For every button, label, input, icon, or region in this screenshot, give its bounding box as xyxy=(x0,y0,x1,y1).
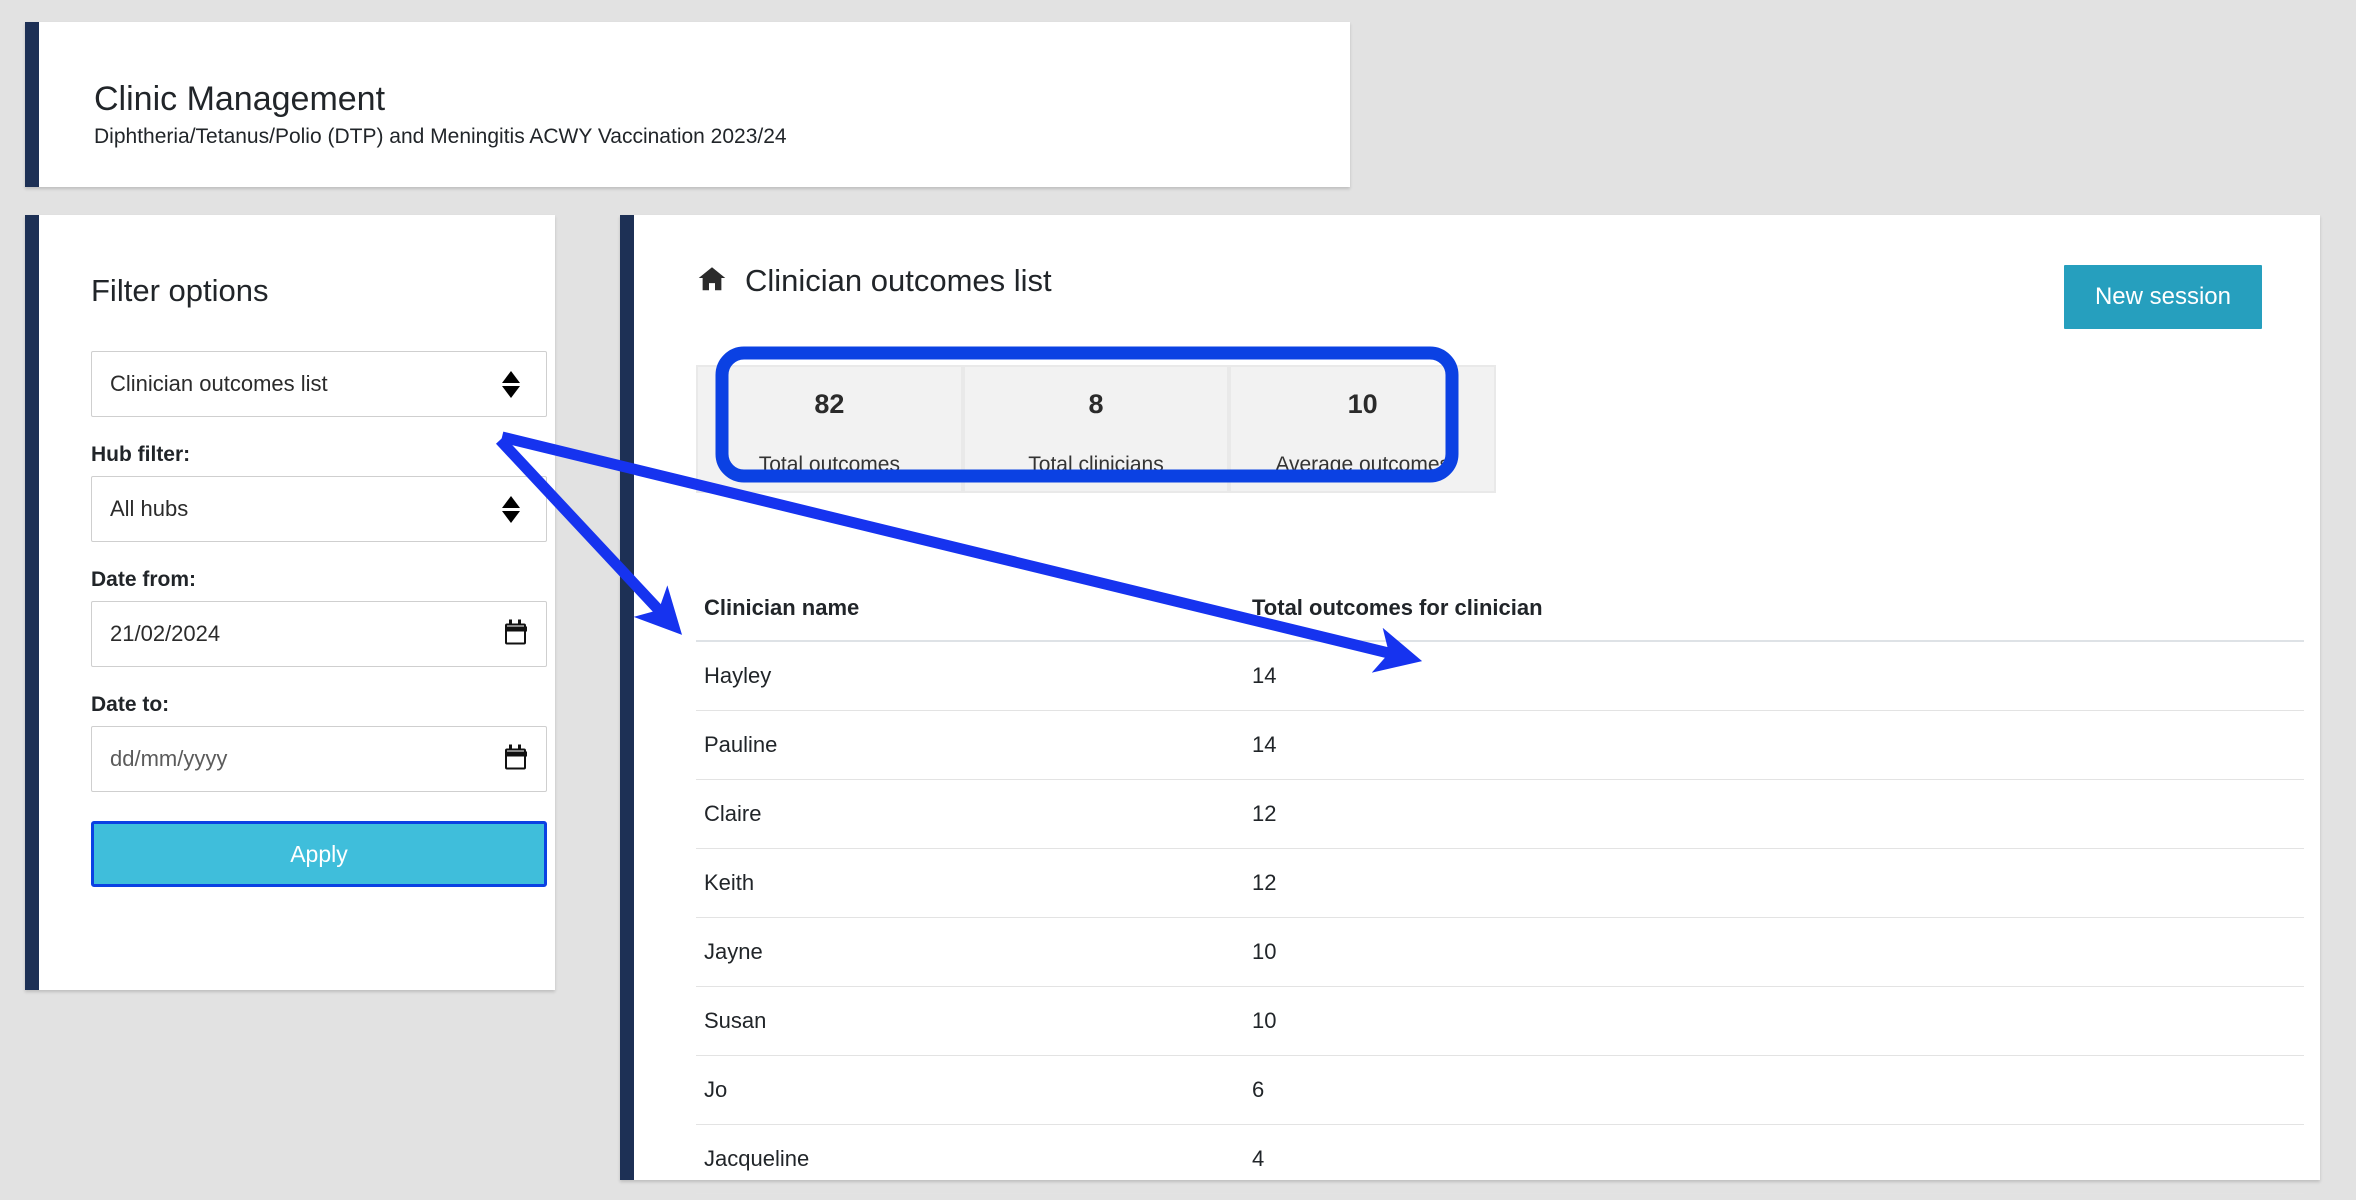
report-type-select-value: Clinician outcomes list xyxy=(110,371,328,397)
date-from-group: Date from: 21/02/2024 xyxy=(91,568,522,667)
cell-total-outcomes: 14 xyxy=(1244,641,2304,711)
main-header-row: Clinician outcomes list New session xyxy=(696,215,2290,329)
home-icon xyxy=(696,264,728,299)
table-row[interactable]: Pauline 14 xyxy=(696,711,2304,780)
cell-clinician-name: Hayley xyxy=(696,641,1244,711)
app-header-content: Clinic Management Diphtheria/Tetanus/Pol… xyxy=(39,22,1350,149)
hub-filter-select[interactable]: All hubs xyxy=(91,476,547,542)
main-content: Clinician outcomes list New session 82 T… xyxy=(634,215,2320,1180)
clinician-outcomes-table: Clinician name Total outcomes for clinic… xyxy=(696,595,2304,1194)
main-content-panel: Clinician outcomes list New session 82 T… xyxy=(620,215,2320,1180)
hub-filter-group: Hub filter: All hubs xyxy=(91,443,522,542)
date-from-input[interactable]: 21/02/2024 xyxy=(91,601,547,667)
stat-value: 82 xyxy=(814,389,844,420)
new-session-button[interactable]: New session xyxy=(2064,265,2262,329)
page-heading: Clinician outcomes list xyxy=(696,263,1052,299)
app-header-card: Clinic Management Diphtheria/Tetanus/Pol… xyxy=(25,22,1350,187)
cell-total-outcomes: 12 xyxy=(1244,849,2304,918)
cell-clinician-name: Jo xyxy=(696,1056,1244,1125)
table-row[interactable]: Jo 6 xyxy=(696,1056,2304,1125)
stat-label: Total clinicians xyxy=(983,453,1210,477)
cell-total-outcomes: 14 xyxy=(1244,711,2304,780)
date-to-input[interactable]: dd/mm/yyyy xyxy=(91,726,547,792)
table-row[interactable]: Susan 10 xyxy=(696,987,2304,1056)
stat-label: Average outcomes xyxy=(1249,453,1476,477)
calendar-icon[interactable] xyxy=(505,749,526,770)
cell-clinician-name: Susan xyxy=(696,987,1244,1056)
table-row[interactable]: Claire 12 xyxy=(696,780,2304,849)
report-type-select[interactable]: Clinician outcomes list xyxy=(91,351,547,417)
filter-options-panel: Filter options Clinician outcomes list H… xyxy=(25,215,555,990)
table-row[interactable]: Jayne 10 xyxy=(696,918,2304,987)
table-row[interactable]: Keith 12 xyxy=(696,849,2304,918)
table-row[interactable]: Jacqueline 4 xyxy=(696,1125,2304,1194)
cell-clinician-name: Keith xyxy=(696,849,1244,918)
column-header-total-outcomes: Total outcomes for clinician xyxy=(1244,595,2304,641)
apply-filters-button[interactable]: Apply xyxy=(91,821,547,887)
app-subtitle: Diphtheria/Tetanus/Polio (DTP) and Menin… xyxy=(94,124,1350,149)
stat-card-total-clinicians: 8 Total clinicians xyxy=(965,367,1228,491)
cell-clinician-name: Claire xyxy=(696,780,1244,849)
hub-filter-select-value: All hubs xyxy=(110,496,188,522)
cell-clinician-name: Pauline xyxy=(696,711,1244,780)
page-title: Clinician outcomes list xyxy=(745,263,1052,299)
cell-total-outcomes: 10 xyxy=(1244,987,2304,1056)
cell-total-outcomes: 12 xyxy=(1244,780,2304,849)
select-spinner-icon[interactable] xyxy=(502,492,520,526)
cell-clinician-name: Jayne xyxy=(696,918,1244,987)
column-header-clinician-name: Clinician name xyxy=(696,595,1244,641)
table-body: Hayley 14 Pauline 14 Claire 12 Keith 12 … xyxy=(696,641,2304,1194)
cell-total-outcomes: 6 xyxy=(1244,1056,2304,1125)
stat-label: Total outcomes xyxy=(716,453,943,477)
hub-filter-label: Hub filter: xyxy=(91,443,522,467)
table-head: Clinician name Total outcomes for clinic… xyxy=(696,595,2304,641)
stat-value: 10 xyxy=(1348,389,1378,420)
stat-card-average-outcomes: 10 Average outcomes xyxy=(1231,367,1494,491)
summary-stats-strip: 82 Total outcomes 8 Total clinicians 10 … xyxy=(696,365,1496,493)
date-to-label: Date to: xyxy=(91,693,522,717)
date-from-value: 21/02/2024 xyxy=(110,621,220,647)
table-row[interactable]: Hayley 14 xyxy=(696,641,2304,711)
table-header-row: Clinician name Total outcomes for clinic… xyxy=(696,595,2304,641)
cell-clinician-name: Jacqueline xyxy=(696,1125,1244,1194)
select-spinner-icon[interactable] xyxy=(502,367,520,401)
filter-options-title: Filter options xyxy=(91,215,522,309)
cell-total-outcomes: 10 xyxy=(1244,918,2304,987)
date-from-label: Date from: xyxy=(91,568,522,592)
date-to-group: Date to: dd/mm/yyyy xyxy=(91,693,522,792)
date-to-placeholder: dd/mm/yyyy xyxy=(110,746,227,772)
filter-options-content: Filter options Clinician outcomes list H… xyxy=(39,215,555,887)
stat-value: 8 xyxy=(1088,389,1103,420)
stat-card-total-outcomes: 82 Total outcomes xyxy=(698,367,961,491)
cell-total-outcomes: 4 xyxy=(1244,1125,2304,1194)
calendar-icon[interactable] xyxy=(505,624,526,645)
app-title: Clinic Management xyxy=(94,79,1350,119)
